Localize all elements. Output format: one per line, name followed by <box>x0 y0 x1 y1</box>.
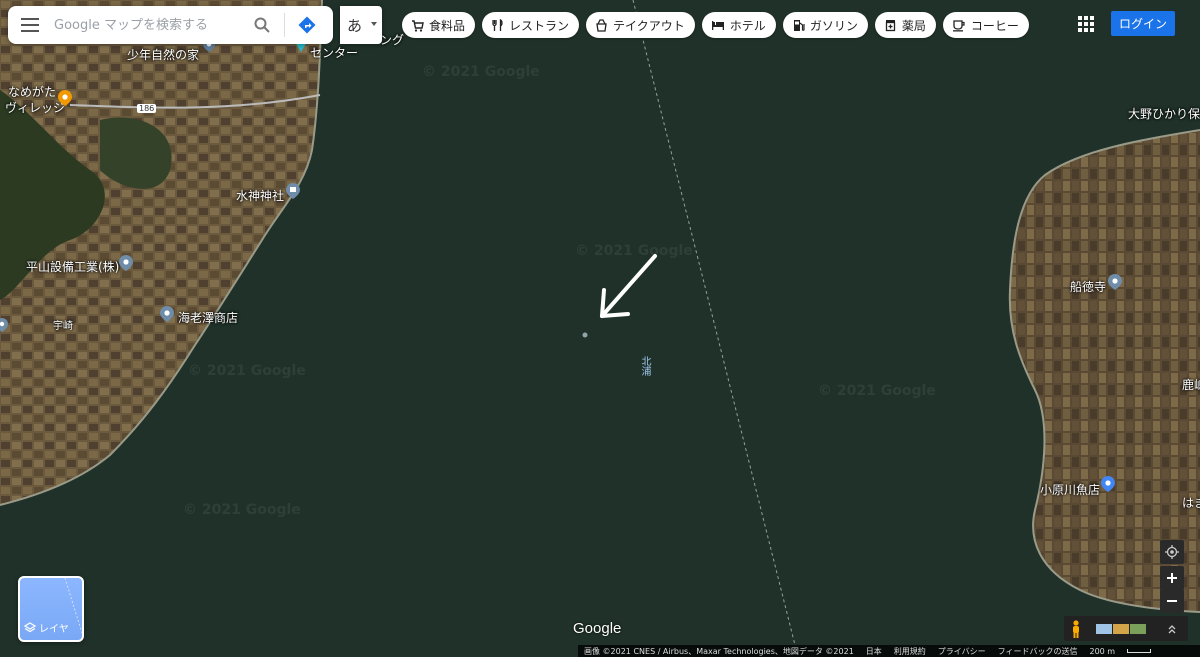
chip-label: 食料品 <box>429 18 466 33</box>
pin-icon[interactable] <box>0 318 8 332</box>
chip-gas[interactable]: ガソリン <box>782 12 868 38</box>
minus-icon <box>1167 600 1177 602</box>
pin-icon[interactable] <box>1108 274 1122 290</box>
watermark: © 2021 Google <box>575 243 693 259</box>
street-view-bar <box>1064 616 1188 641</box>
category-chips: 食料品 レストラン テイクアウト ホテル ガソリン 薬局 コーヒー <box>402 12 1029 38</box>
place-label[interactable]: 船徳寺 <box>1070 278 1106 295</box>
caret-down-icon <box>371 22 377 26</box>
layer-label: レイヤ <box>39 624 69 635</box>
scale-bar <box>1127 649 1152 653</box>
layers-icon <box>24 621 36 632</box>
place-label[interactable]: ング <box>380 31 404 48</box>
feedback-link[interactable]: フィードバックの送信 <box>998 646 1078 657</box>
bed-icon <box>711 21 724 30</box>
apps-grid-icon[interactable] <box>1078 16 1094 32</box>
fork-knife-icon <box>492 18 503 31</box>
my-location-button[interactable] <box>1160 540 1184 564</box>
layer-label-wrap: レイヤ <box>24 620 69 635</box>
imagery-thumbnails[interactable] <box>1096 623 1146 634</box>
crosshair-icon <box>1165 545 1179 559</box>
google-logo: Google <box>573 620 622 637</box>
scale-label[interactable]: 200 m <box>1089 647 1115 656</box>
map-footer: 画像 ©2021 CNES / Airbus、Maxar Technologie… <box>578 645 1200 657</box>
place-label: 宇崎 <box>53 321 73 332</box>
zoom-out-button[interactable] <box>1160 589 1184 613</box>
chip-label: テイクアウト <box>613 18 685 33</box>
chip-hotel[interactable]: ホテル <box>701 12 776 38</box>
chip-coffee[interactable]: コーヒー <box>942 12 1029 38</box>
chip-label: コーヒー <box>970 18 1019 33</box>
search-input[interactable] <box>52 16 246 34</box>
lake-label: 北浦 <box>639 356 650 376</box>
place-label[interactable]: 海老澤商店 <box>178 309 238 326</box>
place-label[interactable]: なめがた <box>8 83 56 100</box>
terms-link[interactable]: 利用規約 <box>894 646 926 657</box>
privacy-link[interactable]: プライバシー <box>938 646 986 657</box>
chip-restaurant[interactable]: レストラン <box>482 12 580 38</box>
login-button[interactable]: ログイン <box>1111 11 1175 36</box>
plus-icon <box>1167 573 1177 583</box>
watermark: © 2021 Google <box>183 502 301 518</box>
place-label[interactable]: 小原川魚店 <box>1040 481 1100 498</box>
satellite-map[interactable] <box>0 0 1200 657</box>
search-box <box>8 6 333 44</box>
place-label[interactable]: ヴィレッジ <box>5 99 65 116</box>
layer-toggle[interactable]: レイヤ <box>18 576 84 642</box>
coffee-cup-icon <box>952 19 965 31</box>
search-icon[interactable] <box>246 6 278 44</box>
road-number: 186 <box>137 104 157 113</box>
place-label[interactable]: 大野ひかり保 <box>1128 105 1200 122</box>
watermark: © 2021 Google <box>188 363 306 379</box>
pin-icon[interactable] <box>58 90 72 106</box>
place-label: 鹿嶋 <box>1182 378 1200 392</box>
place-label[interactable]: 少年自然の家 <box>127 46 199 63</box>
takeout-icon <box>596 18 607 32</box>
ime-indicator[interactable]: あ <box>340 6 382 44</box>
pin-icon[interactable] <box>1101 476 1115 492</box>
watermark: © 2021 Google <box>422 64 540 80</box>
zoom-in-button[interactable] <box>1160 566 1184 590</box>
country-link[interactable]: 日本 <box>866 646 882 657</box>
divider <box>284 13 285 37</box>
place-label[interactable]: センター <box>310 44 358 61</box>
target-dot <box>582 332 588 338</box>
pin-icon[interactable] <box>286 183 300 199</box>
ime-label: あ <box>347 16 363 35</box>
menu-icon[interactable] <box>8 6 52 44</box>
cart-icon <box>412 19 424 32</box>
place-label[interactable]: 水神神社 <box>236 187 284 204</box>
chip-pharmacy[interactable]: 薬局 <box>874 12 936 38</box>
gas-pump-icon <box>793 19 805 31</box>
chip-label: 薬局 <box>901 18 926 33</box>
expand-up-icon[interactable] <box>1167 624 1177 634</box>
pin-icon[interactable] <box>119 255 133 271</box>
pin-icon[interactable] <box>160 306 174 322</box>
chip-label: ホテル <box>729 18 766 33</box>
directions-icon[interactable] <box>291 6 323 44</box>
watermark: © 2021 Google <box>818 383 936 399</box>
pegman-icon[interactable] <box>1070 619 1082 638</box>
place-label[interactable]: 平山設備工業(株) <box>26 258 119 275</box>
place-label: はま <box>1182 496 1200 510</box>
chip-grocery[interactable]: 食料品 <box>402 12 476 38</box>
imagery-attribution: 画像 ©2021 CNES / Airbus、Maxar Technologie… <box>584 646 854 656</box>
chip-label: ガソリン <box>809 18 858 33</box>
pharmacy-icon <box>885 19 895 31</box>
chip-takeout[interactable]: テイクアウト <box>586 12 695 38</box>
chip-label: レストラン <box>509 18 570 33</box>
